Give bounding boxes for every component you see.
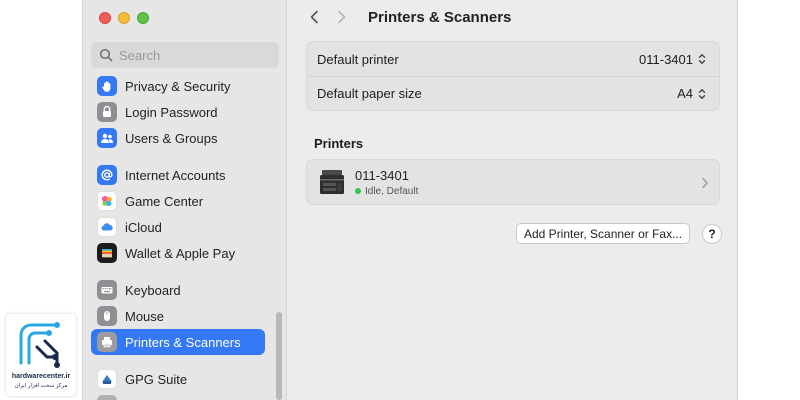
sidebar-item-label: Login Password bbox=[125, 104, 218, 120]
sidebar-item-label: Game Center bbox=[125, 193, 204, 209]
page-title: Printers & Scanners bbox=[368, 8, 512, 26]
cloud-icon bbox=[97, 217, 117, 237]
hand-icon bbox=[97, 76, 117, 96]
minimize-window-button[interactable] bbox=[118, 12, 130, 24]
sidebar-item-label: Users & Groups bbox=[125, 130, 218, 146]
sidebar-item-icon bbox=[97, 395, 117, 400]
default-printer-select[interactable]: 011-3401 bbox=[639, 52, 707, 67]
updown-chevron-icon bbox=[697, 87, 707, 101]
watermark-url: hardwarecenter.ir bbox=[11, 373, 71, 380]
default-printer-value: 011-3401 bbox=[639, 51, 693, 67]
sidebar-item-label: Printers & Scanners bbox=[125, 334, 241, 350]
search-input[interactable] bbox=[119, 47, 269, 63]
defaults-group: Default printer 011-3401 Default paper s… bbox=[306, 41, 720, 111]
status-dot-icon bbox=[355, 188, 361, 194]
default-paper-label: Default paper size bbox=[317, 86, 422, 101]
search-icon bbox=[99, 48, 113, 62]
at-icon bbox=[97, 165, 117, 185]
default-printer-row[interactable]: Default printer 011-3401 bbox=[307, 42, 719, 76]
default-paper-row[interactable]: Default paper size A4 bbox=[307, 76, 719, 110]
wallet-icon bbox=[97, 243, 117, 263]
zoom-window-button[interactable] bbox=[137, 12, 149, 24]
sidebar-item-label: Wallet & Apple Pay bbox=[125, 245, 236, 261]
printer-device-icon bbox=[320, 170, 344, 194]
printer-name: 011-3401 bbox=[355, 167, 409, 183]
game-center-icon bbox=[97, 191, 117, 211]
add-printer-button[interactable]: Add Printer, Scanner or Fax... bbox=[516, 223, 691, 244]
close-window-button[interactable] bbox=[99, 12, 111, 24]
printer-list-item[interactable]: 011-3401 Idle, Default bbox=[306, 159, 720, 205]
printers-section-title: Printers bbox=[314, 136, 364, 151]
sidebar-item-label: Mouse bbox=[125, 308, 165, 324]
settings-window: Privacy & Security Login Password Users … bbox=[82, 0, 738, 400]
chevron-left-icon bbox=[310, 10, 318, 24]
sidebar-item-keyboard[interactable]: Keyboard bbox=[91, 277, 265, 303]
content-pane: Printers & Scanners Default printer 011-… bbox=[288, 0, 737, 400]
circuit-logo-icon bbox=[19, 322, 60, 368]
sidebar-item-label: Privacy & Security bbox=[125, 78, 231, 94]
chevron-right-icon bbox=[702, 177, 708, 189]
sidebar-item-label: iCloud bbox=[125, 219, 162, 235]
sidebar-item-login-password[interactable]: Login Password bbox=[91, 99, 265, 125]
lock-icon bbox=[97, 102, 117, 122]
printer-status: Idle, Default bbox=[355, 186, 418, 197]
sidebar-item-internet-accounts[interactable]: Internet Accounts bbox=[91, 162, 265, 188]
sidebar-item-label: GPG Suite bbox=[125, 371, 188, 387]
watermark-logo: hardwarecenter.ir مرکز سخت افزار ایران bbox=[6, 314, 76, 396]
users-icon bbox=[97, 128, 117, 148]
printer-status-text: Idle, Default bbox=[365, 185, 419, 197]
sidebar: Privacy & Security Login Password Users … bbox=[83, 0, 287, 400]
sidebar-item-game-center[interactable]: Game Center bbox=[91, 188, 265, 214]
watermark-subtitle: مرکز سخت افزار ایران bbox=[14, 383, 68, 389]
default-printer-label: Default printer bbox=[317, 51, 399, 67]
sidebar-scrollbar[interactable] bbox=[276, 312, 282, 400]
printer-icon bbox=[97, 332, 117, 352]
sidebar-item-icloud[interactable]: iCloud bbox=[91, 214, 265, 240]
default-paper-value: A4 bbox=[677, 86, 693, 101]
sidebar-item-partial[interactable] bbox=[91, 392, 265, 400]
sidebar-item-gpg-suite[interactable]: GPG Suite bbox=[91, 366, 265, 392]
sidebar-item-printers-scanners[interactable]: Printers & Scanners bbox=[91, 329, 265, 355]
window-controls bbox=[99, 12, 149, 24]
keyboard-icon bbox=[97, 280, 117, 300]
sidebar-item-label: Internet Accounts bbox=[125, 167, 226, 183]
printer-info: 011-3401 Idle, Default bbox=[355, 168, 418, 197]
back-button[interactable] bbox=[304, 7, 324, 27]
gpg-icon bbox=[97, 369, 117, 389]
sidebar-item-privacy-security[interactable]: Privacy & Security bbox=[91, 73, 265, 99]
mouse-icon bbox=[97, 306, 117, 326]
forward-button[interactable] bbox=[332, 7, 352, 27]
sidebar-item-wallet[interactable]: Wallet & Apple Pay bbox=[91, 240, 265, 266]
sidebar-item-users-groups[interactable]: Users & Groups bbox=[91, 125, 265, 151]
updown-chevron-icon bbox=[697, 52, 707, 66]
default-paper-select[interactable]: A4 bbox=[677, 86, 707, 101]
sidebar-item-label: Keyboard bbox=[125, 282, 181, 298]
chevron-right-icon bbox=[338, 10, 346, 24]
search-field[interactable] bbox=[91, 42, 279, 68]
sidebar-item-mouse[interactable]: Mouse bbox=[91, 303, 265, 329]
toolbar: Printers & Scanners bbox=[288, 0, 737, 34]
help-button[interactable]: ? bbox=[702, 224, 722, 244]
